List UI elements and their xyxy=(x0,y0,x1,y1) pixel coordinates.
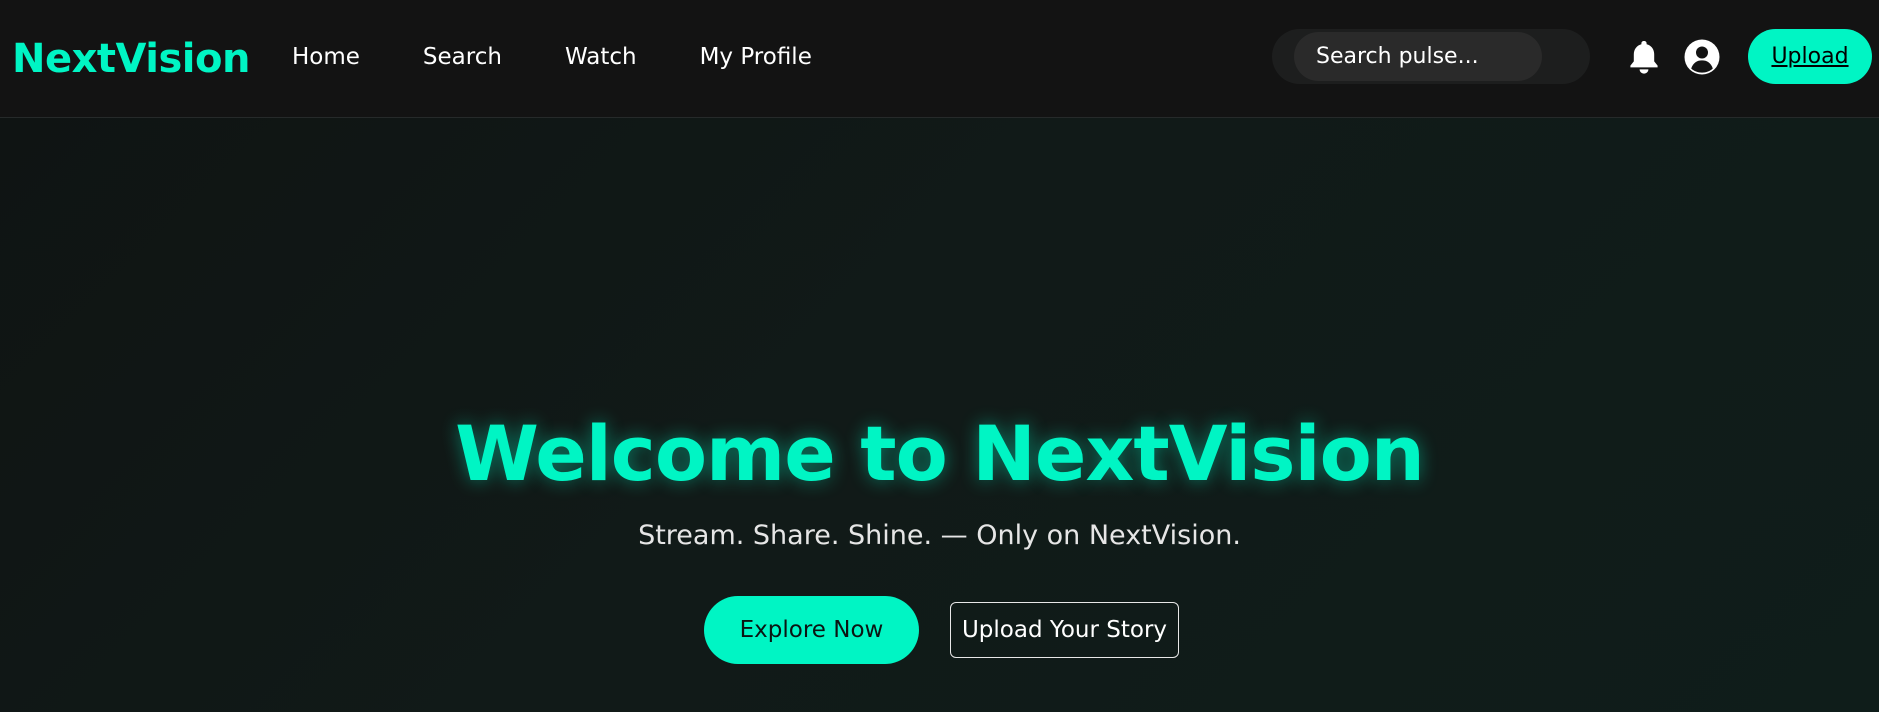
nav-link-home[interactable]: Home xyxy=(292,42,360,72)
search-input[interactable] xyxy=(1294,32,1542,81)
search-container xyxy=(1272,29,1590,84)
hero-section: Welcome to NextVision Stream. Share. Shi… xyxy=(0,118,1879,712)
upload-button[interactable]: Upload xyxy=(1748,29,1872,84)
hero-title: Welcome to NextVision xyxy=(455,409,1425,498)
bell-icon[interactable] xyxy=(1624,37,1664,77)
explore-now-button[interactable]: Explore Now xyxy=(704,596,919,664)
main-nav: Home Search Watch My Profile xyxy=(292,42,875,72)
nav-link-watch[interactable]: Watch xyxy=(565,42,637,72)
nav-link-my-profile[interactable]: My Profile xyxy=(700,42,812,72)
nav-link-search[interactable]: Search xyxy=(423,42,502,72)
top-navbar: NextVision Home Search Watch My Profile … xyxy=(0,0,1879,118)
hero-subtitle: Stream. Share. Shine. — Only on NextVisi… xyxy=(638,520,1241,551)
user-circle-icon[interactable] xyxy=(1682,37,1722,77)
brand-logo[interactable]: NextVision xyxy=(12,30,250,88)
upload-your-story-button[interactable]: Upload Your Story xyxy=(950,602,1179,658)
